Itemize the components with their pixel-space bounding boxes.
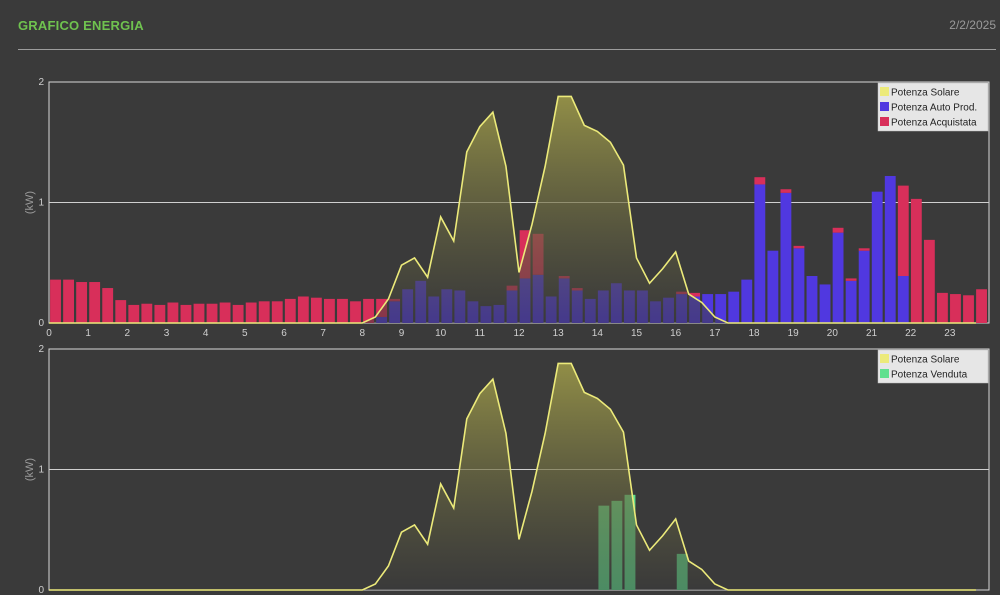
bar-acquistata	[310, 297, 322, 323]
bar-acquistata	[323, 298, 335, 323]
bar-acquistata	[206, 303, 218, 323]
energy-chart-bottom: 0 1 2 (kW) Potenza Solare Potenza Venduta	[24, 344, 990, 595]
header-divider	[18, 49, 996, 50]
bar-auto-prod	[780, 192, 792, 323]
y-axis-label: (kW)	[24, 191, 36, 214]
legend-swatch	[880, 117, 889, 126]
bar-auto-prod	[819, 284, 831, 323]
bar-acquistata	[858, 248, 870, 251]
bar-acquistata	[284, 298, 296, 323]
bar-acquistata	[180, 304, 192, 323]
legend-label: Potenza Solare	[891, 88, 960, 99]
bar-auto-prod	[754, 184, 766, 323]
bar-acquistata	[832, 227, 844, 233]
bar-acquistata	[793, 245, 805, 249]
bar-acquistata	[219, 302, 231, 323]
bar-acquistata	[245, 302, 257, 323]
bar-acquistata	[976, 289, 987, 323]
bar-acquistata	[754, 177, 766, 185]
legend-swatch	[880, 102, 889, 111]
bar-acquistata	[154, 304, 166, 323]
bar-auto-prod	[871, 191, 883, 323]
bar-acquistata	[141, 303, 153, 323]
bar-acquistata	[845, 278, 857, 281]
bar-acquistata	[167, 302, 179, 323]
bar-acquistata	[780, 189, 792, 193]
chart-legend: Potenza Solare Potenza Venduta	[877, 349, 989, 384]
y-tick-label: 2	[38, 344, 44, 355]
legend-swatch	[880, 87, 889, 96]
bar-auto-prod	[845, 280, 857, 323]
page-header: GRAFICO ENERGIA 2/2/2025	[0, 0, 1000, 52]
y-tick-label: 0	[38, 318, 44, 329]
bar-auto-prod	[793, 248, 805, 323]
legend-swatch	[880, 369, 889, 378]
bar-auto-prod	[832, 232, 844, 323]
bar-acquistata	[297, 296, 309, 323]
bar-acquistata	[89, 282, 101, 323]
bar-auto-prod	[728, 291, 740, 323]
date-label: 2/2/2025	[949, 18, 996, 32]
bar-acquistata	[76, 282, 88, 323]
legend-label: Potenza Solare	[891, 355, 960, 366]
y-tick-label: 1	[38, 198, 44, 209]
bar-acquistata	[337, 298, 348, 323]
bar-auto-prod	[806, 276, 818, 323]
bar-acquistata	[350, 301, 361, 323]
bar-acquistata	[63, 279, 74, 323]
bar-acquistata	[193, 303, 205, 323]
bar-acquistata	[128, 304, 140, 323]
bar-acquistata	[271, 301, 283, 323]
legend-label: Potenza Venduta	[891, 370, 968, 381]
bar-acquistata	[910, 198, 922, 323]
bar-acquistata	[923, 239, 935, 323]
bar-acquistata	[950, 294, 961, 323]
y-axis-label: (kW)	[24, 458, 36, 481]
solar-area	[49, 363, 976, 590]
bar-auto-prod	[858, 250, 870, 323]
bar-auto-prod	[884, 175, 896, 323]
bar-acquistata	[102, 288, 114, 323]
bar-auto-prod	[741, 279, 753, 323]
legend-label: Potenza Acquistata	[891, 118, 977, 129]
bar-acquistata	[50, 279, 61, 323]
bar-auto-prod	[897, 276, 909, 323]
legend-label: Potenza Auto Prod.	[891, 103, 977, 114]
bar-auto-prod	[767, 250, 779, 323]
bar-acquistata	[232, 304, 244, 323]
bar-acquistata	[897, 185, 909, 277]
energy-chart-top: 012(kW)0 1 2 3 4 5 6 7 8 9 10 11 12 13 14 15 16 17 18 19 20 2…	[24, 77, 990, 339]
y-tick-label: 1	[38, 465, 44, 476]
bar-acquistata	[115, 300, 127, 323]
bar-acquistata	[963, 295, 974, 323]
bar-acquistata	[936, 292, 948, 323]
bar-acquistata	[258, 301, 270, 323]
legend-swatch	[880, 354, 889, 363]
chart-legend: Potenza Solare Potenza Auto Prod. Potenza …	[877, 82, 989, 132]
page-title: GRAFICO ENERGIA	[18, 18, 144, 33]
y-tick-label: 2	[38, 77, 44, 88]
y-tick-label: 0	[38, 585, 44, 595]
